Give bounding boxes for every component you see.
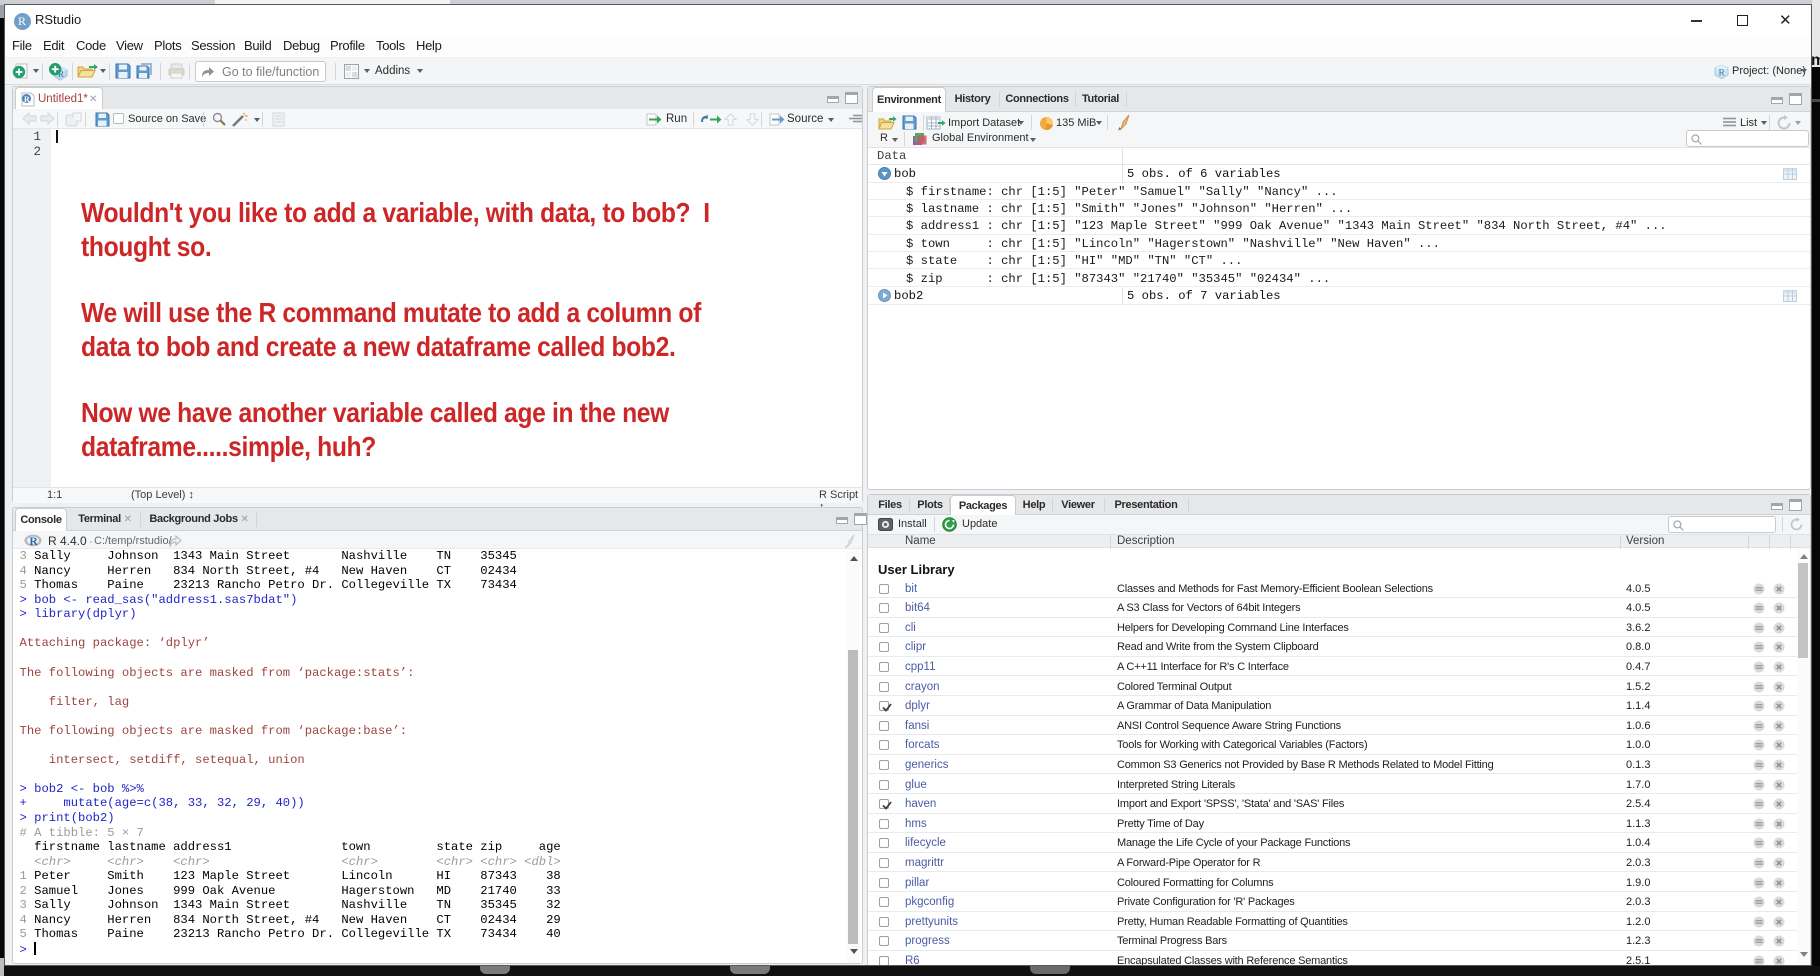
svg-text:R: R [24, 95, 30, 104]
svg-text:R: R [1719, 69, 1726, 79]
svg-text:R: R [29, 535, 38, 547]
